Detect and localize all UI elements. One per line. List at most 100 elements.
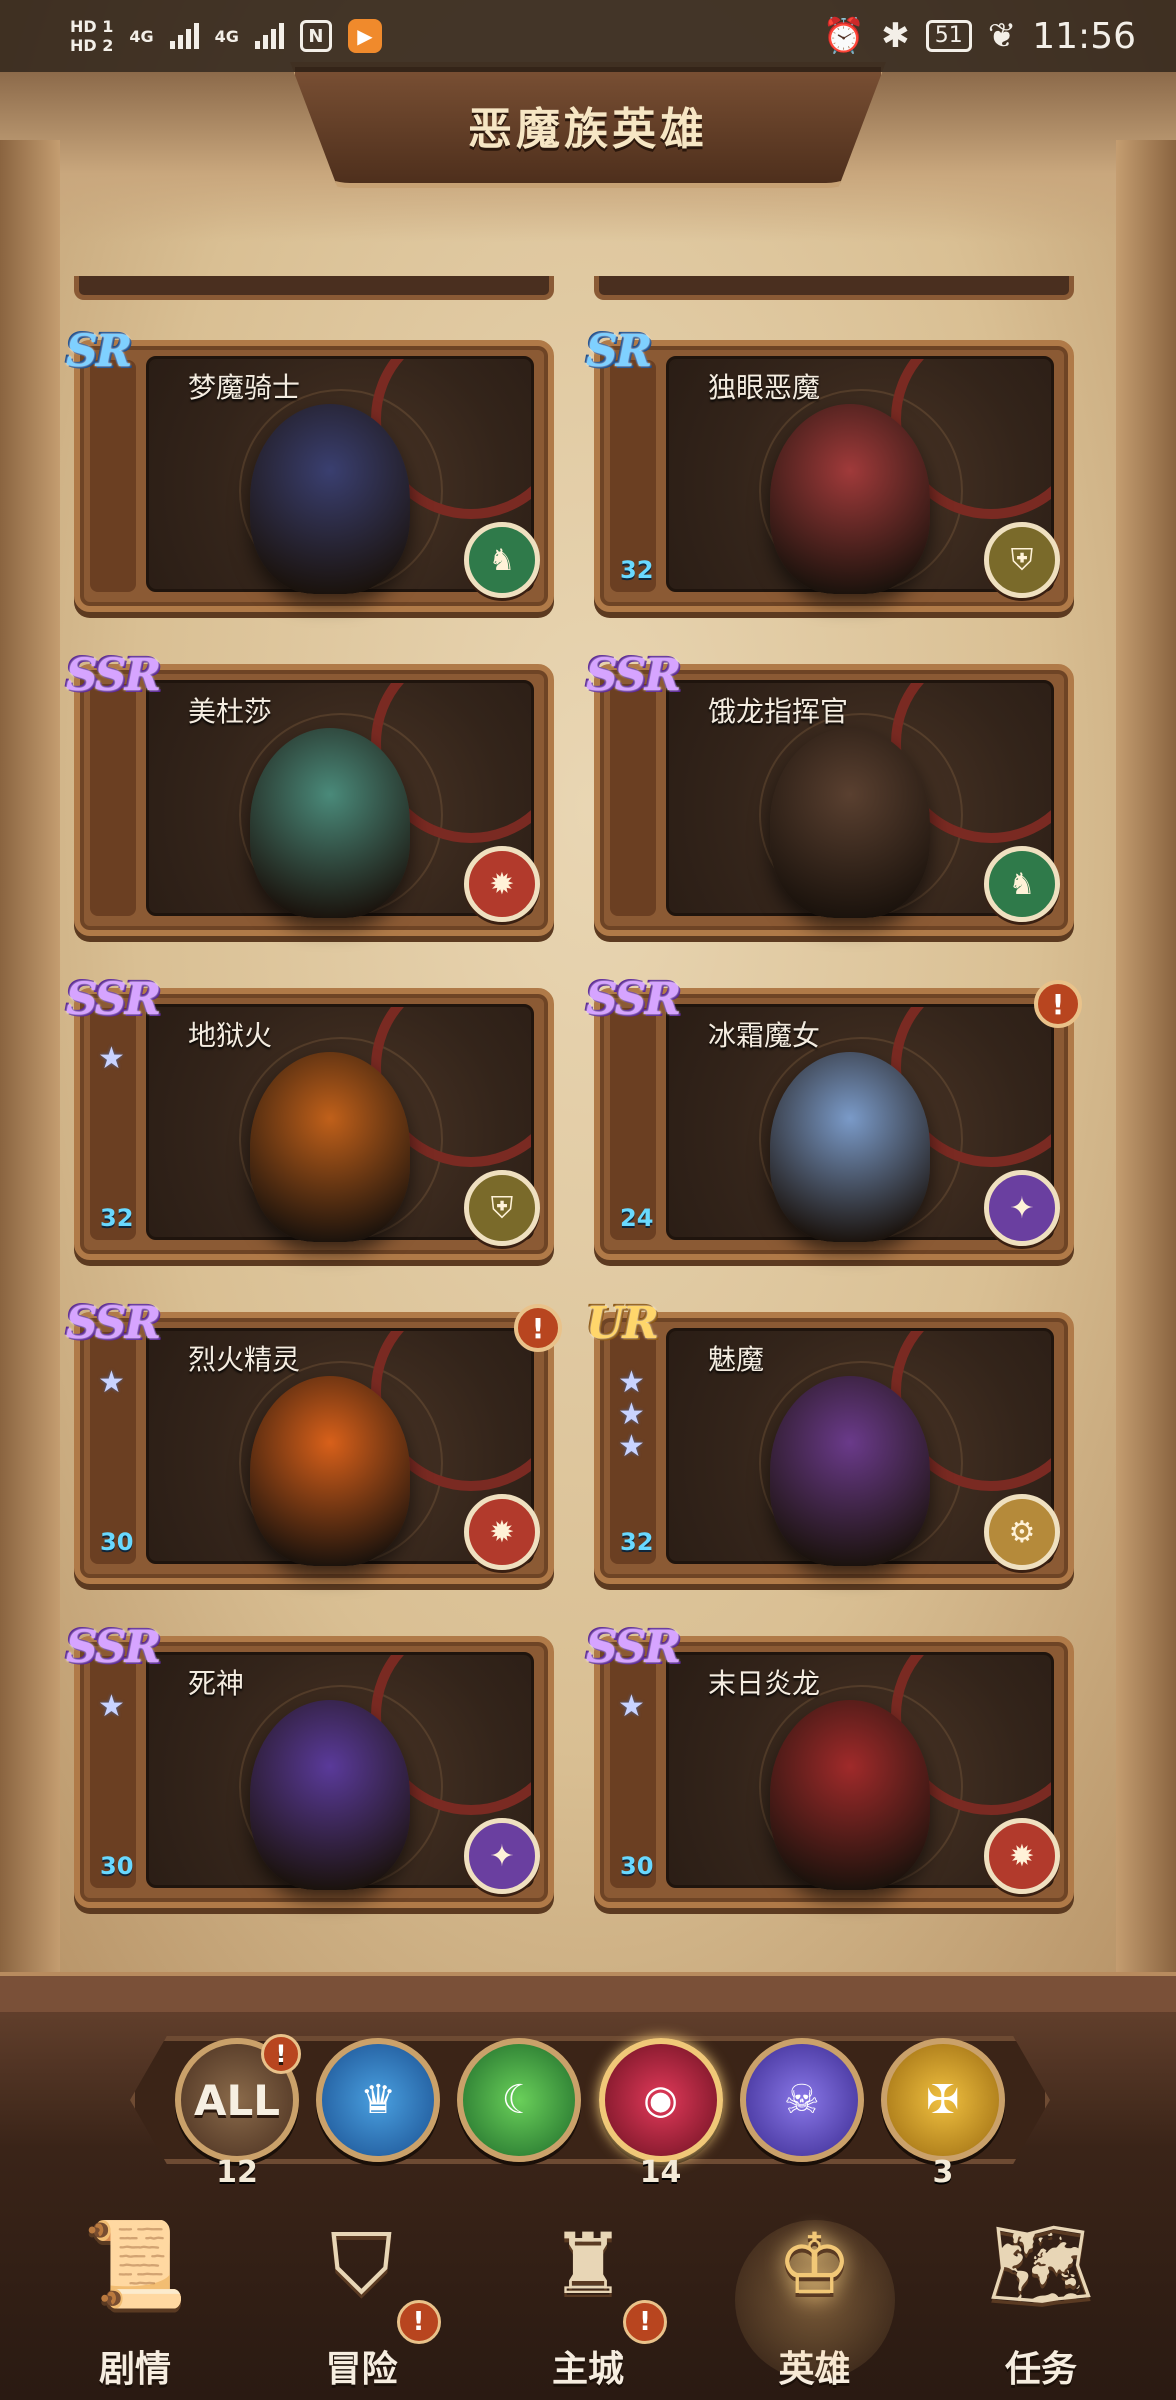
knight-class-icon: ♞ bbox=[464, 522, 540, 598]
partial-card[interactable] bbox=[594, 276, 1074, 300]
hero-portrait bbox=[220, 394, 440, 604]
hero-card[interactable]: SR 梦魔骑士 ♞ bbox=[66, 326, 554, 612]
faction-filters: ALL 12 ! ♛ ☾ ◉ 14 ☠ ✠ 3 bbox=[175, 2034, 1005, 2190]
network-type-2: 4G bbox=[214, 26, 239, 46]
ghost-faction-icon[interactable]: ☠ bbox=[739, 2038, 864, 2162]
battery-icon: 51 bbox=[925, 20, 972, 52]
scroll-icon: 📜 bbox=[82, 2214, 188, 2313]
rarity-badge: SR bbox=[66, 326, 132, 377]
alert-icon: ! bbox=[396, 2300, 441, 2344]
moon-faction-icon[interactable]: ☾ bbox=[457, 2038, 582, 2162]
star-rating: ★ bbox=[98, 1368, 125, 1398]
signal-icon bbox=[254, 23, 284, 49]
card-rail bbox=[610, 684, 656, 916]
leaf-icon: ❦ bbox=[987, 16, 1017, 56]
hero-portrait bbox=[220, 1042, 440, 1252]
hero-portrait bbox=[740, 1366, 960, 1576]
page-title: 恶魔族英雄 bbox=[468, 104, 708, 155]
faction-glyph: ☾ bbox=[501, 2077, 538, 2123]
faction-glyph: ◉ bbox=[643, 2077, 679, 2123]
nav-item-map[interactable]: 🗺 任务 bbox=[946, 2190, 1136, 2400]
nav-item-scroll[interactable]: 📜 剧情 bbox=[40, 2190, 230, 2400]
alert-icon: ! bbox=[1034, 980, 1082, 1028]
warrior-class-icon: ⛨ bbox=[984, 522, 1060, 598]
faction-glyph: ♛ bbox=[360, 2077, 397, 2123]
eye-faction-icon[interactable]: ◉ 14 bbox=[598, 2038, 723, 2190]
hero-level: 30 bbox=[100, 1852, 134, 1880]
all-filter-icon[interactable]: ALL 12 ! bbox=[175, 2034, 301, 2190]
hero-card[interactable]: SSR 死神 ★ 30 ✦ bbox=[66, 1622, 554, 1908]
hero-level: 30 bbox=[620, 1852, 654, 1880]
hero-portrait bbox=[740, 1690, 960, 1900]
nav-label: 主城 bbox=[551, 2349, 624, 2390]
card-rail bbox=[90, 684, 136, 916]
hero-portrait bbox=[740, 394, 960, 604]
star-icon: ★ bbox=[618, 1397, 645, 1432]
alert-icon: ! bbox=[261, 2034, 301, 2074]
rarity-badge: UR bbox=[586, 1298, 659, 1349]
faction-count: 3 bbox=[932, 2155, 954, 2190]
title-plate: 恶魔族英雄 bbox=[290, 62, 886, 188]
status-right: ⏰ ✱ 51 ❦ 11:56 bbox=[823, 16, 1136, 57]
hero-level: 32 bbox=[100, 1204, 134, 1232]
alert-icon: ! bbox=[623, 2300, 667, 2344]
faction-count: 14 bbox=[639, 2155, 682, 2190]
crown-faction-icon[interactable]: ♛ bbox=[316, 2038, 441, 2162]
hero-card[interactable]: SSR 烈火精灵 ★ 30 ✹ ! bbox=[66, 1298, 562, 1584]
hero-level: 32 bbox=[620, 556, 654, 584]
star-icon: ★ bbox=[98, 1689, 125, 1724]
frame-right bbox=[1116, 140, 1176, 1990]
hero-name: 末日炎龙 bbox=[708, 1667, 821, 1700]
rarity-badge: SSR bbox=[586, 974, 681, 1025]
hero-grid: SR 梦魔骑士 ♞ SR 独眼恶魔 32 ⛨ SSR 美杜莎 ✹ SSR 饿龙指… bbox=[66, 326, 1082, 1908]
support-class-icon: ⚙ bbox=[984, 1494, 1060, 1570]
bluetooth-icon: ✱ bbox=[881, 16, 910, 56]
hero-level: 24 bbox=[620, 1204, 654, 1232]
nav-label: 英雄 bbox=[778, 2349, 851, 2390]
nav-label: 剧情 bbox=[98, 2349, 171, 2390]
cannon-class-icon: ✹ bbox=[464, 846, 540, 922]
hero-card[interactable]: SSR 美杜莎 ✹ bbox=[66, 650, 554, 936]
star-icon: ★ bbox=[618, 1365, 645, 1400]
hero-card[interactable]: SR 独眼恶魔 32 ⛨ bbox=[586, 326, 1074, 612]
nav-item-shield[interactable]: ⛉ 冒险 ! bbox=[267, 2190, 457, 2400]
bottom-nav: 📜 剧情 ⛉ 冒险 ! ♜ 主城 ! ♔ 英雄 🗺 任务 bbox=[40, 2190, 1136, 2400]
hero-card[interactable]: UR 魅魔 ★ ★ ★ 32 ⚙ bbox=[586, 1298, 1074, 1584]
hero-card[interactable]: SSR 冰霜魔女 24 ✦ ! bbox=[586, 974, 1082, 1260]
knight-class-icon: ♞ bbox=[984, 846, 1060, 922]
wings-faction-icon[interactable]: ✠ 3 bbox=[880, 2038, 1005, 2190]
hero-card[interactable]: SSR 饿龙指挥官 ♞ bbox=[586, 650, 1074, 936]
hero-name: 魅魔 bbox=[708, 1343, 765, 1376]
alarm-icon: ⏰ bbox=[822, 16, 866, 56]
network-type-1: 4G bbox=[129, 26, 154, 46]
hero-portrait bbox=[740, 1042, 960, 1252]
hero-card[interactable]: SSR 末日炎龙 ★ 30 ✹ bbox=[586, 1622, 1074, 1908]
faction-count: 12 bbox=[216, 2155, 258, 2190]
hero-name: 梦魔骑士 bbox=[188, 371, 301, 404]
star-icon: ★ bbox=[618, 1689, 645, 1724]
faction-glyph: ALL bbox=[193, 2075, 281, 2125]
rarity-badge: SR bbox=[586, 326, 652, 377]
signal-icon bbox=[169, 23, 199, 49]
star-icon: ★ bbox=[98, 1041, 125, 1076]
helmet-icon: ♔ bbox=[776, 2215, 853, 2313]
hero-name: 独眼恶魔 bbox=[708, 371, 821, 404]
partial-card[interactable] bbox=[74, 276, 554, 300]
hero-card[interactable]: SSR 地狱火 ★ 32 ⛨ bbox=[66, 974, 554, 1260]
sim-indicator: HD 1 HD 2 bbox=[70, 17, 113, 55]
star-rating: ★ ★ ★ bbox=[618, 1368, 645, 1462]
nav-item-helmet[interactable]: ♔ 英雄 bbox=[720, 2190, 910, 2400]
hero-name: 死神 bbox=[188, 1667, 245, 1700]
hero-portrait bbox=[220, 1690, 440, 1900]
hero-portrait bbox=[220, 1366, 440, 1576]
nav-label: 冒险 bbox=[325, 2349, 398, 2390]
cannon-class-icon: ✹ bbox=[464, 1494, 540, 1570]
rarity-badge: SSR bbox=[66, 1298, 161, 1349]
bottom-panel-edge bbox=[0, 1972, 1176, 2012]
cannon-class-icon: ✹ bbox=[984, 1818, 1060, 1894]
clock: 11:56 bbox=[1032, 15, 1136, 57]
nav-item-castle[interactable]: ♜ 主城 ! bbox=[493, 2190, 683, 2400]
alert-icon: ! bbox=[514, 1304, 562, 1352]
nfc-icon: N bbox=[299, 20, 332, 52]
frame-left bbox=[0, 140, 60, 1990]
